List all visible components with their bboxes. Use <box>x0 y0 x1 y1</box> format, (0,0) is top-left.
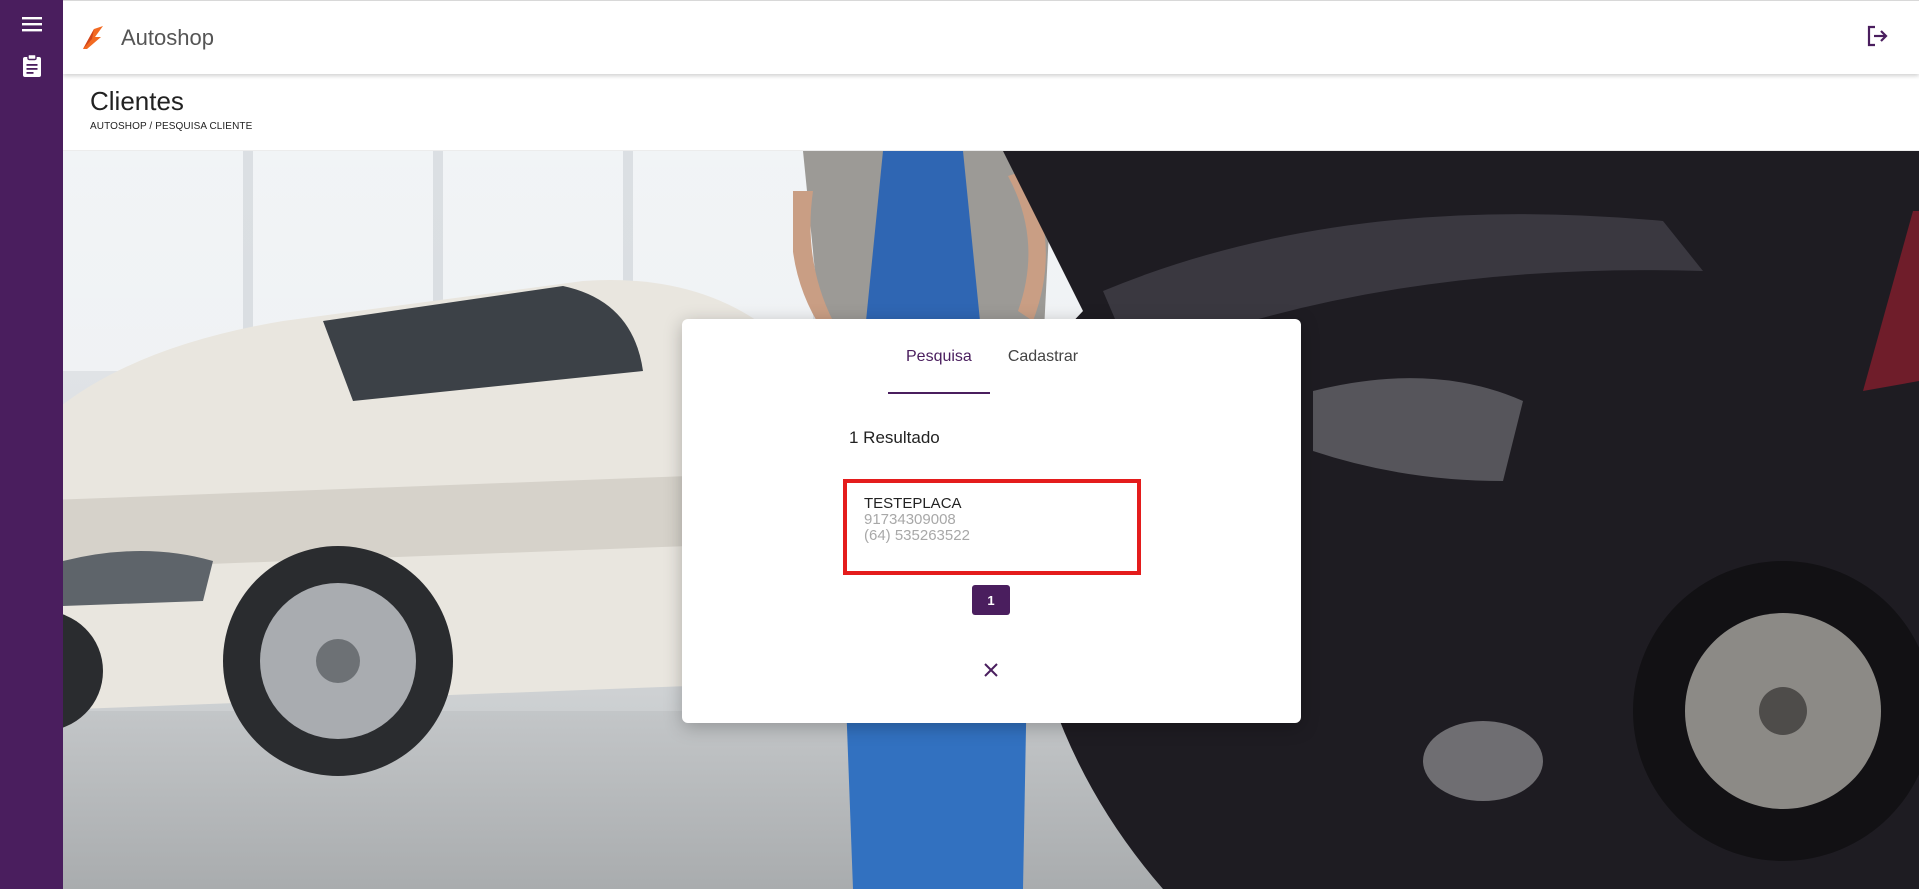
app-title: Autoshop <box>121 25 214 50</box>
tab-cadastrar[interactable]: Cadastrar <box>990 319 1096 394</box>
sidebar <box>0 0 63 889</box>
menu-icon <box>21 15 43 38</box>
page-header: Clientes AUTOSHOP / PESQUISA CLIENTE <box>63 74 1919 151</box>
pagination-page-button[interactable]: 1 <box>972 585 1010 615</box>
logout-button[interactable] <box>1863 24 1891 52</box>
dialog-tabs: Pesquisa Cadastrar <box>888 319 1096 394</box>
close-icon <box>983 662 999 683</box>
top-header: Autoshop <box>63 0 1919 74</box>
tab-pesquisa[interactable]: Pesquisa <box>888 319 990 394</box>
sidebar-item-clientes[interactable] <box>18 53 46 83</box>
result-name: TESTEPLACA <box>864 495 962 512</box>
result-item[interactable]: TESTEPLACA 91734309008 (64) 535263522 <box>843 479 1141 575</box>
close-button[interactable] <box>980 661 1002 683</box>
autoshop-logo-icon <box>81 25 105 51</box>
logout-icon <box>1865 24 1889 53</box>
result-phone: (64) 535263522 <box>864 527 970 544</box>
clipboard-icon <box>22 53 42 83</box>
client-search-dialog: Pesquisa Cadastrar 1 Resultado TESTEPLAC… <box>682 319 1301 723</box>
page-title: Clientes <box>90 86 184 116</box>
breadcrumb: AUTOSHOP / PESQUISA CLIENTE <box>90 121 253 132</box>
result-count: 1 Resultado <box>849 428 940 447</box>
result-document: 91734309008 <box>864 511 956 528</box>
menu-button[interactable] <box>18 12 46 40</box>
